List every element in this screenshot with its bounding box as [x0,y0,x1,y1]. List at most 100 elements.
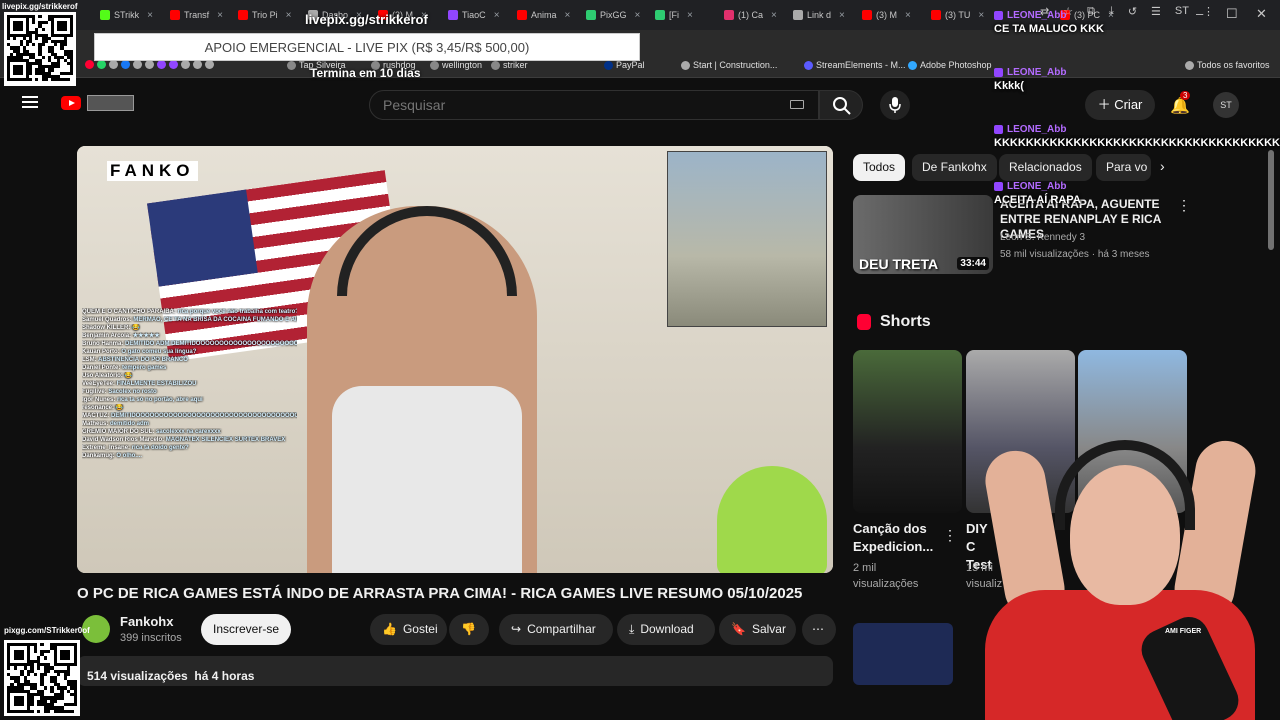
short-thumbnail[interactable] [853,350,962,513]
video-chat-line: LSM: ABSTINENCIA DO PÓ BRANCO [82,356,297,364]
youtube-logo-icon[interactable] [61,96,81,110]
browser-tab[interactable]: Transf × [170,6,223,24]
save-button[interactable]: 🔖 Salvar [719,614,796,645]
video-chat-message: rica ta doido gente? [131,445,189,451]
search-box[interactable] [369,90,819,120]
video-chat-user: GREMIO MAIOR DO SUL: [82,429,155,435]
tab-label: PixGG [600,10,627,20]
video-chat-user: LSM: [82,357,97,363]
chat-username: LEONE_Abb [994,124,1274,135]
browser-tab[interactable]: Trio Pi × [238,6,292,24]
video-chat-line: Bruno Hanma: DEMITIDO ADM DEMITIDOOOOOOO… [82,340,297,348]
bookmark-item[interactable]: StreamElements - M... [804,60,906,70]
chip-para-voce[interactable]: Para vo [1096,154,1151,181]
share-icon: ↪ [511,622,522,636]
qr-code-bottom [4,640,80,716]
tab-label: (3) TU [945,10,971,20]
tab-favicon-icon [517,10,527,20]
video-chat-overlay: QUEM É O CANTICHO PARAIBA: rica porque v… [82,308,297,460]
bookmark-icon: 🔖 [731,622,746,636]
video-chat-message: MAGNATEX SILENCIEX SURTEX BRAVEX [165,437,286,443]
dislike-button[interactable]: 👎 [449,614,489,645]
chat-message: CE TA MALUCO KKK [994,23,1104,35]
close-tab-icon[interactable]: × [217,10,223,21]
video-chat-user: Uso Aleatório: [82,373,123,379]
voice-search-button[interactable] [880,90,910,120]
menu-icon[interactable] [22,96,38,108]
share-label: Compartilhar [527,622,596,636]
video-chat-line: Uso Aleatório: 😂 [82,372,297,380]
video-chat-line: Extreme_Insane: rica ta doido gente? [82,444,297,452]
tab-favicon-icon [448,10,458,20]
search-button[interactable] [819,90,863,120]
bookmark-item[interactable]: Start | Construction... [681,60,777,70]
video-chat-message: DEMITIDO ADM DEMITIDOOOOOOOOOOOOOOOOOOOO… [125,341,297,347]
close-tab-icon[interactable]: × [147,10,153,21]
more-icon: ⋯ [812,622,824,636]
search-input[interactable] [370,91,770,119]
close-tab-icon[interactable]: × [286,10,292,21]
browser-tab[interactable]: TiaoC × [448,6,500,24]
thumbnail-text: DEU TRETA [859,256,939,272]
close-tab-icon[interactable]: × [494,10,500,21]
bookmark-favicon-icon [908,60,917,70]
close-tab-icon[interactable]: × [635,10,641,21]
create-button[interactable]: ＋ Criar [1085,90,1155,120]
video-chat-user: Dankamug: [82,453,115,459]
like-button[interactable]: 👍 Gostei [370,614,447,645]
more-actions-button[interactable]: ⋯ [802,614,836,645]
keyboard-icon[interactable] [790,100,804,109]
browser-tab[interactable]: (3) M × [862,6,911,24]
view-count: 514 visualizações [87,669,188,683]
bookmark-icons-row[interactable] [85,60,214,69]
pix-url: livepix.gg/strikkerof [305,12,428,27]
channel-name[interactable]: Fankohx [120,614,173,629]
avatar[interactable]: ST [1213,92,1239,118]
browser-tab[interactable]: STrikk × [100,6,153,24]
video-stats: 514 visualizações há 4 horas [87,669,254,683]
short-title[interactable]: Canção dos Expedicion... [853,520,943,556]
bookmark-item[interactable]: Adobe Photoshop [908,60,992,70]
video-chat-user: Samuel Quadros: [82,317,132,323]
brand-logo[interactable] [87,95,134,111]
bookmark-item[interactable]: PayPal [604,60,645,70]
video-chat-user: Igor Nunes: [82,397,116,403]
close-tab-icon[interactable]: × [978,10,984,21]
tab-label: Anima [531,10,557,20]
plus-icon: ＋ [1097,97,1115,112]
close-tab-icon[interactable]: × [565,10,571,21]
video-chat-user: VeeEyeTee: [82,381,115,387]
video-chat-user: Bruno Hanma: [82,341,124,347]
video-player[interactable]: FANKO QUEM É O CANTICHO PARAIBA: rica po… [77,146,833,573]
recommended-thumbnail-small[interactable] [853,623,953,685]
browser-tab[interactable]: PixGG × [586,6,640,24]
recommended-thumbnail[interactable]: DEU TRETA 33:44 [853,195,993,274]
browser-tab[interactable]: [Fi × [655,6,693,24]
close-tab-icon[interactable]: × [687,10,693,21]
close-tab-icon[interactable]: × [771,10,777,21]
video-chat-line: Igor Nunes: rica ta só no portão, abre a… [82,396,297,404]
chip-de-fankohx[interactable]: De Fankohx [912,154,997,181]
video-chat-message: rica porque você não trabalha com teatro… [177,309,297,315]
share-button[interactable]: ↪ Compartilhar [499,614,613,645]
browser-tab[interactable]: (1) Ca × [724,6,777,24]
tab-label: Trio Pi [252,10,278,20]
download-button[interactable]: ⤓ Download [617,614,715,645]
video-chat-line: Benjamin Arcola: ★★★★★ [82,332,297,340]
browser-tab[interactable]: Anima × [517,6,570,24]
thumbs-down-icon: 👎 [461,622,476,636]
close-tab-icon[interactable]: × [839,10,845,21]
browser-tab[interactable]: (3) TU × [931,6,984,24]
chip-todos[interactable]: Todos [853,154,906,181]
bookmark-label: Adobe Photoshop [920,60,992,70]
chevron-right-icon[interactable]: › [1160,158,1165,174]
chip-relacionados[interactable]: Relacionados [999,154,1092,181]
subscribe-button[interactable]: Inscrever-se [201,614,291,645]
thumbs-up-icon: 👍 [382,622,397,636]
video-brand-overlay: FANKO [107,161,198,181]
close-tab-icon[interactable]: × [905,10,911,21]
stream-chat-overlay: LEONE_Abb Kkkk( [994,67,1274,92]
video-chat-message: sacolexxx na carexxxx [156,429,221,435]
browser-tab[interactable]: Link d × [793,6,845,24]
recommended-channel[interactable]: Leon S. Kennedy 3 [1000,232,1085,243]
